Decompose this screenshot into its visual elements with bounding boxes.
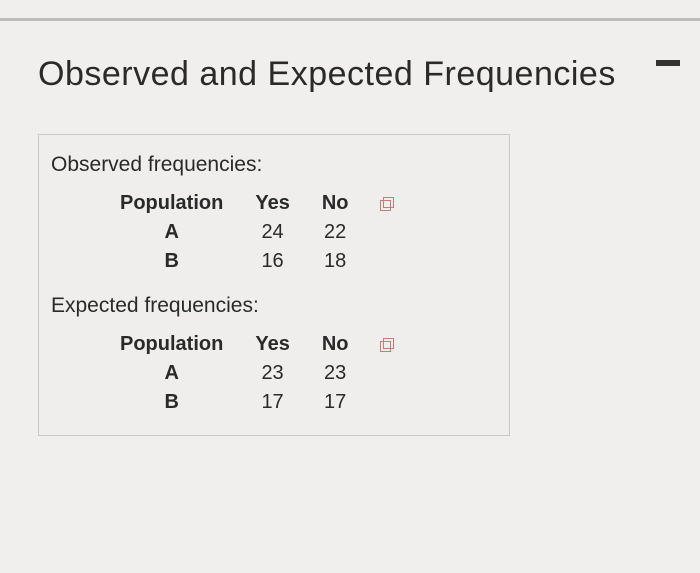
table-row: Population Yes No	[104, 189, 410, 218]
cell-value: 17	[306, 388, 365, 417]
cell-value: 23	[306, 359, 365, 388]
col-yes: Yes	[239, 189, 305, 218]
expected-label: Expected frequencies:	[49, 276, 499, 330]
row-label: A	[104, 218, 239, 247]
cell-value: 24	[239, 218, 305, 247]
observed-label: Observed frequencies:	[49, 149, 499, 189]
cell-value: 23	[239, 359, 305, 388]
cell-value: 16	[239, 247, 305, 276]
cell-value: 18	[306, 247, 365, 276]
table-row: A 23 23	[104, 359, 410, 388]
table-row: B 17 17	[104, 388, 410, 417]
table-row: A 24 22	[104, 218, 410, 247]
col-no: No	[306, 330, 365, 359]
table-row: Population Yes No	[104, 330, 410, 359]
expected-table: Population Yes No A 23 23 B 17 17	[104, 330, 410, 417]
table-row: B 16 18	[104, 247, 410, 276]
col-no: No	[306, 189, 365, 218]
divider-line	[0, 18, 700, 21]
col-yes: Yes	[239, 330, 305, 359]
copy-icon[interactable]	[380, 338, 394, 352]
observed-table: Population Yes No A 24 22 B 16 18	[104, 189, 410, 276]
frequencies-frame: Observed frequencies: Population Yes No …	[38, 134, 510, 436]
row-label: B	[104, 388, 239, 417]
col-population: Population	[104, 330, 239, 359]
cell-value: 22	[306, 218, 365, 247]
cell-value: 17	[239, 388, 305, 417]
page-title: Observed and Expected Frequencies	[0, 0, 700, 94]
row-label: A	[104, 359, 239, 388]
copy-icon[interactable]	[380, 197, 394, 211]
row-label: B	[104, 247, 239, 276]
minimize-icon	[656, 60, 680, 66]
col-population: Population	[104, 189, 239, 218]
